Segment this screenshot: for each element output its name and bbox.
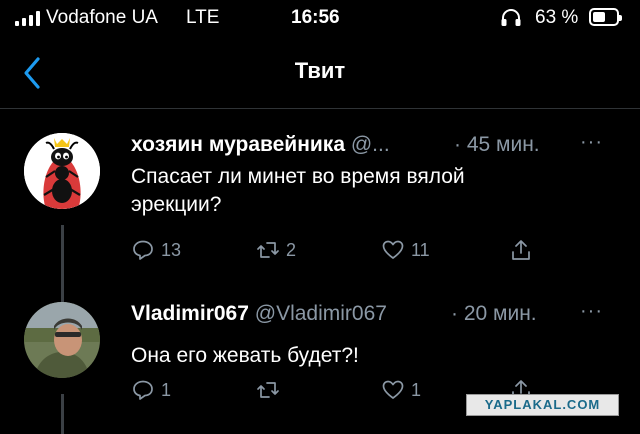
like-icon	[382, 240, 404, 259]
battery-percent: 63 %	[535, 7, 579, 28]
status-bar: Vodafone UA LTE 16:56 63 %	[0, 0, 640, 38]
thread-line	[61, 394, 64, 434]
like-count: 11	[411, 239, 430, 260]
tweet-time: · 20 мин.	[451, 302, 537, 325]
avatar[interactable]	[24, 133, 100, 209]
retweet-button[interactable]: 2	[256, 238, 296, 262]
tweet-text: Спасает ли минет во время вялой эрекции?	[131, 163, 591, 219]
avatar[interactable]	[24, 302, 100, 378]
tweet-text-line: эрекции?	[131, 193, 222, 216]
ant-avatar-icon	[24, 133, 100, 209]
retweet-count: 2	[286, 239, 297, 260]
handle[interactable]: @Vladimir067	[255, 302, 387, 325]
retweet-icon	[257, 382, 279, 398]
status-time: 16:56	[291, 7, 340, 28]
battery-icon	[589, 8, 622, 26]
carrier-label: Vodafone UA	[46, 7, 158, 28]
reply-icon	[133, 240, 153, 260]
retweet-button[interactable]	[256, 378, 286, 402]
handle[interactable]: @...	[351, 133, 390, 156]
signal-icon	[15, 10, 40, 26]
nav-bar: Твит	[0, 40, 640, 109]
tweet-text-line: Она его жевать будет?!	[131, 344, 359, 367]
tweet-header: Vladimir067 @Vladimir067 · 20 мин.	[131, 302, 621, 330]
tweet-text-line: Спасает ли минет во время вялой	[131, 165, 465, 188]
network-label: LTE	[186, 7, 220, 28]
more-options-icon[interactable]: ···	[580, 131, 603, 154]
watermark: YAPLAKAL.COM	[466, 394, 619, 416]
reply-button[interactable]: 1	[131, 378, 171, 402]
retweet-icon	[257, 242, 279, 258]
display-name[interactable]: Vladimir067	[131, 302, 249, 325]
display-name[interactable]: хозяин муравейника	[131, 133, 345, 156]
like-count: 1	[411, 379, 422, 400]
like-button[interactable]: 11	[381, 238, 430, 262]
tweet-text: Она его жевать будет?!	[131, 342, 591, 370]
more-options-icon[interactable]: ···	[580, 300, 603, 323]
tweet-header: хозяин муравейника @... · 45 мин.	[131, 133, 621, 161]
action-bar: 13 2 11	[131, 238, 551, 268]
reply-button[interactable]: 13	[131, 238, 181, 262]
reply-count: 13	[161, 239, 182, 260]
reply-icon	[133, 380, 153, 400]
like-button[interactable]: 1	[381, 378, 421, 402]
like-icon	[382, 380, 404, 399]
reply-count: 1	[161, 379, 172, 400]
tweet-time: · 45 мин.	[454, 133, 540, 156]
page-title: Твит	[294, 58, 346, 83]
share-icon	[512, 240, 530, 260]
share-button[interactable]	[509, 238, 533, 262]
tweet-1[interactable]: хозяин муравейника @... · 45 мин. ··· Сп…	[0, 131, 640, 365]
headphones-icon	[501, 9, 521, 26]
user-photo-avatar	[24, 302, 100, 378]
